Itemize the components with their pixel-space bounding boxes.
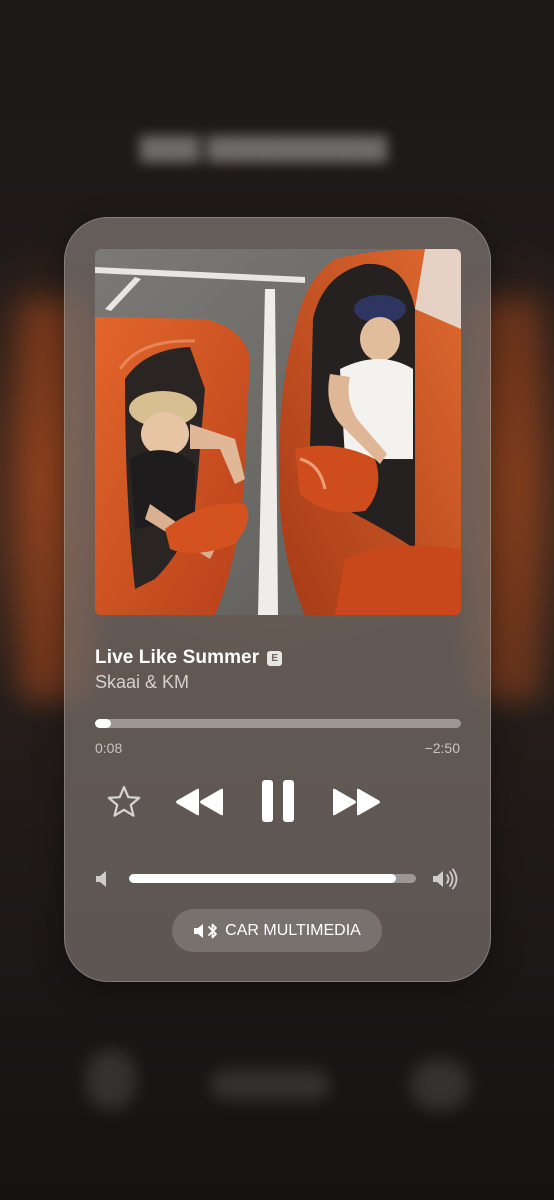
- background-blur-control: [210, 1070, 330, 1100]
- favorite-button[interactable]: [105, 783, 143, 821]
- output-device-label: CAR MULTIMEDIA: [225, 921, 361, 939]
- time-elapsed: 0:08: [95, 740, 123, 756]
- speaker-bluetooth-icon: [194, 923, 218, 938]
- background-blur-control: [86, 1050, 136, 1110]
- fast-forward-icon: [333, 788, 380, 816]
- volume-max-button: [431, 866, 461, 892]
- star-outline-icon: [107, 785, 141, 817]
- song-title[interactable]: Live Like Summer: [95, 647, 259, 669]
- volume-slider-fill: [129, 874, 396, 883]
- artist-name[interactable]: Skaai & KM: [95, 672, 189, 693]
- previous-track-button[interactable]: [172, 783, 228, 821]
- album-artwork-image: [95, 249, 461, 615]
- playback-scrubber[interactable]: [95, 719, 461, 728]
- now-playing-card: Live Like Summer E Skaai & KM 0:08 −2:50: [64, 217, 491, 982]
- background-blur-control: [410, 1060, 470, 1110]
- next-track-button[interactable]: [328, 783, 384, 821]
- pause-icon: [262, 780, 294, 822]
- volume-min-button: [94, 868, 110, 890]
- pause-button[interactable]: [254, 775, 302, 827]
- playback-progress-fill: [95, 719, 111, 728]
- output-device-button[interactable]: CAR MULTIMEDIA: [172, 909, 382, 952]
- time-remaining: −2:50: [424, 740, 460, 756]
- track-title-row: Live Like Summer E: [95, 647, 283, 669]
- speaker-high-icon: [433, 868, 458, 890]
- album-artwork[interactable]: [95, 249, 461, 615]
- volume-slider[interactable]: [129, 874, 416, 883]
- rewind-icon: [176, 788, 223, 816]
- speaker-low-icon: [96, 871, 106, 887]
- explicit-badge: E: [267, 650, 283, 666]
- background-blur-text: ▇▇▇ ▇▇▇▇▇▇▇▇▇: [140, 132, 388, 162]
